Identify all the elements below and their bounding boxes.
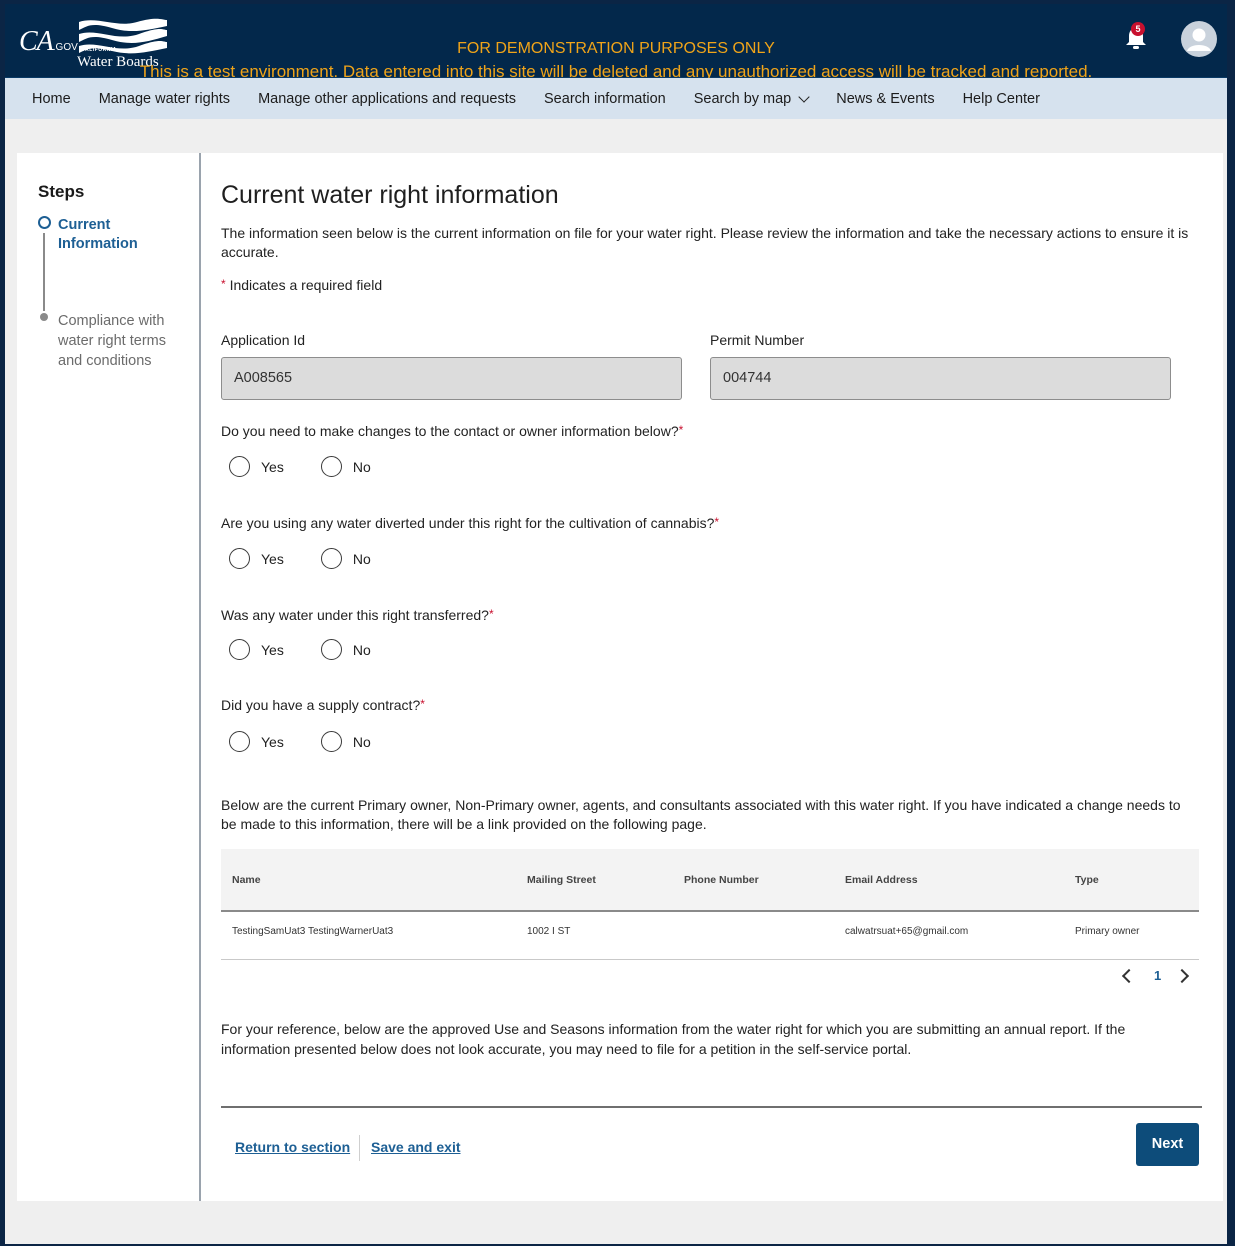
required-note-text: Indicates a required field	[229, 277, 383, 293]
steps-divider	[199, 153, 201, 1201]
nav-manage-water-rights[interactable]: Manage water rights	[99, 91, 230, 107]
next-button[interactable]: Next	[1136, 1123, 1199, 1166]
column-header-mailing-street[interactable]: Mailing Street	[527, 874, 596, 886]
chevron-down-icon	[798, 90, 810, 103]
application-id-field: A008565	[221, 357, 682, 400]
save-and-exit-link[interactable]: Save and exit	[371, 1139, 461, 1155]
question-contact-changes-text: Do you need to make changes to the conta…	[221, 423, 679, 439]
radio-group-contact-changes: Yes No	[229, 456, 371, 477]
user-avatar[interactable]	[1181, 21, 1217, 57]
question-cannabis-text: Are you using any water diverted under t…	[221, 515, 715, 531]
radio-no-label[interactable]: No	[353, 642, 371, 658]
radio-yes-label[interactable]: Yes	[261, 734, 284, 750]
owners-table-header: Name Mailing Street Phone Number Email A…	[221, 849, 1199, 912]
table-row: TestingSamUat3 TestingWarnerUat3 1002 I …	[221, 912, 1199, 960]
required-field-note: * Indicates a required field	[221, 277, 382, 293]
nav-news-events[interactable]: News & Events	[836, 91, 934, 107]
permit-number-field: 004744	[710, 357, 1171, 400]
radio-yes-label[interactable]: Yes	[261, 459, 284, 475]
required-marker: *	[420, 697, 425, 711]
intro-text: The information seen below is the curren…	[221, 225, 1189, 260]
cell-email-address: calwatrsuat+65@gmail.com	[845, 926, 969, 937]
radio-no-label[interactable]: No	[353, 459, 371, 475]
column-header-name[interactable]: Name	[232, 874, 261, 886]
radio-group-supply-contract: Yes No	[229, 731, 371, 752]
notification-count-badge: 5	[1131, 22, 1145, 36]
return-to-section-link[interactable]: Return to section	[235, 1139, 350, 1155]
question-supply-contract-text: Did you have a supply contract?	[221, 697, 421, 713]
user-icon	[1187, 28, 1211, 51]
nav-search-by-map[interactable]: Search by map	[693, 90, 810, 107]
link-separator	[359, 1135, 360, 1161]
cell-type: Primary owner	[1075, 926, 1140, 937]
cell-name: TestingSamUat3 TestingWarnerUat3	[232, 926, 394, 937]
radio-no[interactable]	[320, 731, 342, 752]
radio-no[interactable]	[320, 548, 342, 569]
radio-yes[interactable]	[229, 548, 250, 569]
radio-no-label[interactable]: No	[353, 551, 371, 567]
radio-yes-label[interactable]: Yes	[261, 642, 284, 658]
chevron-left-icon[interactable]	[1121, 968, 1137, 983]
radio-no-label[interactable]: No	[353, 734, 371, 750]
upcoming-step-dot-icon	[40, 313, 48, 321]
step-compliance[interactable]: Compliance with water right terms and co…	[58, 311, 188, 371]
question-supply-contract: Did you have a supply contract?*	[221, 697, 425, 713]
required-marker: *	[714, 515, 720, 529]
site-header: CA.GOV CALIFORNIA Water Boards FOR DEMON…	[5, 4, 1227, 80]
steps-title: Steps	[38, 182, 85, 201]
owners-description: Below are the current Primary owner, Non…	[221, 797, 1181, 832]
nav-manage-other-applications[interactable]: Manage other applications and requests	[258, 91, 516, 107]
step-current-information[interactable]: Current Information	[58, 216, 168, 254]
permit-number-label: Permit Number	[710, 332, 805, 348]
chevron-right-icon[interactable]	[1175, 968, 1190, 983]
application-id-label: Application Id	[221, 332, 306, 348]
page-title: Current water right information	[221, 181, 559, 209]
radio-yes[interactable]	[229, 731, 250, 752]
required-marker: *	[221, 277, 226, 291]
demo-banner: FOR DEMONSTRATION PURPOSES ONLY	[457, 40, 775, 57]
nav-search-information[interactable]: Search information	[544, 91, 666, 107]
main-nav: Home Manage water rights Manage other ap…	[5, 78, 1227, 119]
radio-no[interactable]	[320, 639, 342, 660]
radio-no[interactable]	[320, 456, 342, 477]
column-header-email-address[interactable]: Email Address	[845, 874, 918, 886]
radio-group-cannabis: Yes No	[229, 548, 371, 569]
radio-group-transferred: Yes No	[229, 639, 371, 660]
column-header-type[interactable]: Type	[1075, 874, 1099, 886]
footer-divider	[221, 1106, 1202, 1108]
radio-yes-label[interactable]: Yes	[261, 551, 284, 567]
question-transferred-text: Was any water under this right transferr…	[221, 607, 489, 623]
reference-text: For your reference, below are the approv…	[221, 1021, 1126, 1057]
column-header-phone-number[interactable]: Phone Number	[684, 874, 759, 886]
nav-help-center[interactable]: Help Center	[963, 91, 1040, 107]
nav-home[interactable]: Home	[32, 91, 71, 107]
step-connector	[43, 233, 45, 311]
current-step-ring-icon	[38, 216, 51, 229]
required-marker: *	[678, 423, 684, 437]
required-marker: *	[488, 607, 494, 621]
current-page-number[interactable]: 1	[1154, 968, 1161, 983]
radio-yes[interactable]	[229, 456, 250, 477]
radio-yes[interactable]	[229, 639, 250, 660]
cell-mailing-street: 1002 I ST	[527, 926, 571, 937]
nav-search-by-map-label: Search by map	[693, 90, 792, 107]
table-pagination: 1	[1121, 968, 1190, 983]
question-cannabis: Are you using any water diverted under t…	[221, 515, 719, 531]
question-transferred: Was any water under this right transferr…	[221, 607, 494, 623]
question-contact-changes: Do you need to make changes to the conta…	[221, 423, 683, 439]
